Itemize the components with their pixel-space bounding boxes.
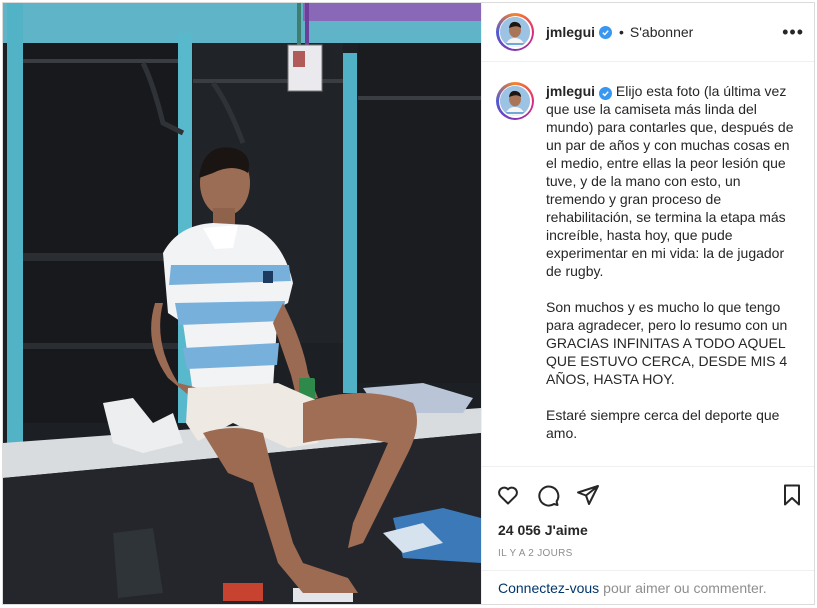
follow-button[interactable]: S'abonner [630,24,693,40]
post-timestamp[interactable]: IL Y A 2 JOURS [482,542,814,570]
caption-avatar-border [498,84,532,118]
avatar-border [498,15,532,49]
avatar-image [500,17,530,47]
heart-icon[interactable] [496,483,520,507]
caption-avatar[interactable] [496,82,534,120]
header-separator: • [619,24,624,40]
login-link[interactable]: Connectez-vous [498,580,599,596]
comment-icon[interactable] [536,483,560,507]
header-username[interactable]: jmlegui [546,24,595,40]
caption-avatar-image [500,86,530,116]
post-header: jmlegui • S'abonner ••• [482,3,814,62]
likes-count[interactable]: 24 056 J'aime [482,522,814,542]
more-options-icon[interactable]: ••• [782,22,804,43]
login-prompt: Connectez-vous pour aimer ou commenter. [482,570,814,604]
instagram-post: jmlegui • S'abonner ••• jmlegui Elijo es… [2,2,815,605]
caption-avatar-photo [500,86,530,116]
post-photo[interactable] [3,3,481,604]
locker-room-photo [3,3,481,604]
verified-badge-icon [599,25,613,39]
caption-verified-badge-icon [599,87,613,100]
caption-area: jmlegui Elijo esta foto (la última vez q… [482,62,814,466]
caption-body: Elijo esta foto (la última vez que use l… [546,83,794,441]
caption-username[interactable]: jmlegui [546,83,595,99]
caption-text: jmlegui Elijo esta foto (la última vez q… [546,82,802,466]
avatar-photo [500,17,530,47]
bookmark-icon[interactable] [780,483,804,507]
action-bar [482,466,814,522]
avatar[interactable] [496,13,534,51]
login-prompt-text: pour aimer ou commenter. [603,579,767,596]
post-side-panel: jmlegui • S'abonner ••• jmlegui Elijo es… [481,3,814,604]
paper-plane-icon[interactable] [576,483,600,507]
